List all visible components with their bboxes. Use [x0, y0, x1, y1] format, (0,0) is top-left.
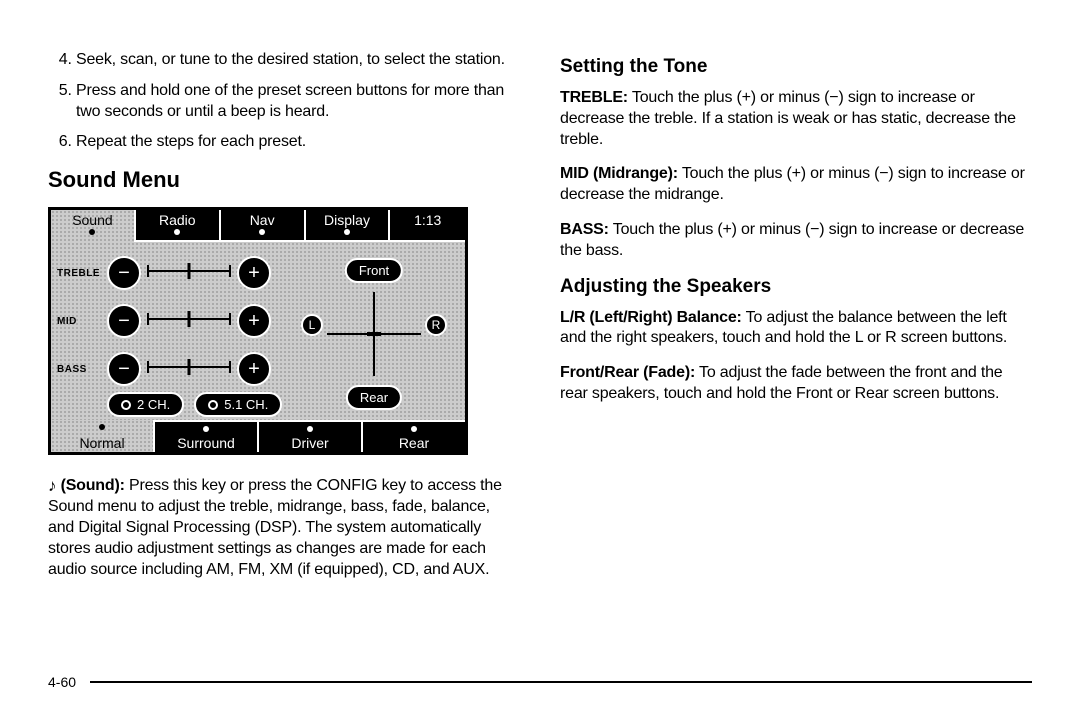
treble-slider[interactable] [147, 270, 231, 276]
step-4: Seek, scan, or tune to the desired stati… [76, 50, 520, 71]
label-treble: TREBLE [51, 268, 105, 279]
balance-right-button[interactable]: R [425, 314, 447, 336]
step-6: Repeat the steps for each preset. [76, 132, 520, 153]
clock-readout: 1:13 [390, 210, 465, 242]
balance-fade-grid[interactable] [327, 292, 421, 376]
fade-front-button[interactable]: Front [345, 258, 403, 283]
tab-nav[interactable]: Nav [221, 210, 306, 242]
balance-paragraph: L/R (Left/Right) Balance: To adjust the … [560, 308, 1032, 350]
instruction-list: Seek, scan, or tune to the desired stati… [48, 50, 520, 153]
label-bass: BASS [51, 364, 105, 375]
balance-left-button[interactable]: L [301, 314, 323, 336]
mid-plus-button[interactable]: + [237, 304, 271, 338]
label-mid: MID [51, 316, 105, 327]
step-5: Press and hold one of the preset screen … [76, 81, 520, 123]
footer-rule [90, 681, 1032, 683]
sound-menu-screenshot: Sound Radio Nav Display 1:13 TREBLE − + … [48, 207, 468, 455]
mid-paragraph: MID (Midrange): Touch the plus (+) or mi… [560, 164, 1032, 206]
mid-slider[interactable] [147, 318, 231, 324]
music-note-icon: ♪ [48, 476, 56, 495]
dsp-normal-button[interactable]: Normal [51, 420, 155, 452]
heading-setting-tone: Setting the Tone [560, 56, 1032, 78]
treble-plus-button[interactable]: + [237, 256, 271, 290]
bass-slider[interactable] [147, 366, 231, 372]
dsp-driver-button[interactable]: Driver [259, 420, 363, 452]
treble-minus-button[interactable]: − [107, 256, 141, 290]
sound-key-paragraph: ♪ (Sound): Press this key or press the C… [48, 475, 520, 580]
bass-paragraph: BASS: Touch the plus (+) or minus (−) si… [560, 220, 1032, 262]
dsp-rear-button[interactable]: Rear [363, 420, 465, 452]
fade-rear-button[interactable]: Rear [346, 385, 402, 410]
heading-sound-menu: Sound Menu [48, 167, 520, 193]
bass-minus-button[interactable]: − [107, 352, 141, 386]
page-number: 4-60 [48, 674, 76, 690]
bass-plus-button[interactable]: + [237, 352, 271, 386]
treble-paragraph: TREBLE: Touch the plus (+) or minus (−) … [560, 88, 1032, 150]
mid-minus-button[interactable]: − [107, 304, 141, 338]
fade-paragraph: Front/Rear (Fade): To adjust the fade be… [560, 363, 1032, 405]
tab-radio[interactable]: Radio [136, 210, 221, 242]
channel-5-1-button[interactable]: 5.1 CH. [194, 392, 282, 417]
channel-2-button[interactable]: 2 CH. [107, 392, 184, 417]
dsp-surround-button[interactable]: Surround [155, 420, 259, 452]
tab-sound[interactable]: Sound [51, 210, 136, 242]
heading-adjusting-speakers: Adjusting the Speakers [560, 276, 1032, 298]
page-footer: 4-60 [48, 662, 1032, 690]
tab-display[interactable]: Display [306, 210, 391, 242]
